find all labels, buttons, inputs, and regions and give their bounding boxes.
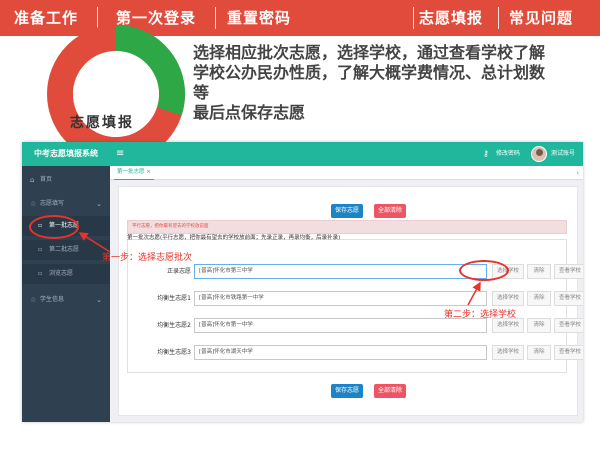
clear-button[interactable]: 清除: [527, 345, 551, 360]
sidebar-item-label: 浏览志愿: [49, 270, 74, 277]
headline-line: 等: [193, 83, 210, 102]
select-school-button[interactable]: 选择学校: [492, 318, 524, 333]
row-label: 均衡生志愿2: [157, 322, 191, 329]
user-name[interactable]: 测试账号: [551, 142, 575, 166]
sidebar-item-label: 学生信息: [40, 296, 65, 303]
app-title: 中考志愿填报系统: [34, 149, 98, 158]
clear-button[interactable]: 清除: [527, 264, 551, 279]
sidebar: ⌂ 首页 ☆ 志愿填写 ⌄ ▫ 第一批志愿 ▫ 第二批志愿 ▫ 浏览志愿 ☆ 学…: [22, 166, 110, 422]
select-school-button[interactable]: 选择学校: [492, 345, 524, 360]
nav-reset-password[interactable]: 重置密码: [227, 0, 291, 36]
headline: 选择相应批次志愿，选择学校，通过查看学校了解 学校公办民办性质，了解大概学费情况…: [193, 43, 593, 123]
annotation-step1: 第一步：选择志愿批次: [102, 253, 193, 263]
menu-toggle-icon[interactable]: ≡: [116, 142, 124, 166]
donut-label: 志愿填报: [70, 115, 134, 131]
app-window: 中考志愿填报系统 ≡ ⚷ 修改密码 测试账号 ⌂ 首页 ☆ 志愿填写 ⌄ ▫ 第…: [22, 142, 583, 422]
panel-description: 第一批次志愿(平行志愿，把你最有望去的学校放前面；先录正录，再录均衡，后录补录): [127, 235, 341, 241]
sidebar-item-browse[interactable]: ▫ 浏览志愿: [22, 264, 110, 284]
sidebar-group-volunteer[interactable]: ☆ 志愿填写 ⌄: [22, 194, 110, 214]
content-panel: 保存志愿 全部清除 平行志愿，把你最有望去的学校放前面 第一批次志愿(平行志愿，…: [118, 186, 583, 416]
school-input[interactable]: [普高]怀化市第三中学: [194, 264, 487, 279]
clear-all-button-bottom[interactable]: 全部清除: [374, 384, 406, 398]
save-button-top[interactable]: 保存志愿: [331, 204, 363, 218]
select-school-button[interactable]: 选择学校: [492, 291, 524, 306]
clear-all-button-top[interactable]: 全部清除: [374, 204, 406, 218]
nav-divider: [498, 7, 499, 29]
nav-fill-volunteer[interactable]: 志愿填报: [419, 0, 483, 36]
star-icon: ☆: [30, 296, 37, 304]
sidebar-item-home[interactable]: ⌂ 首页: [22, 170, 110, 190]
nav-divider: [413, 7, 414, 29]
file-icon: ▫: [38, 270, 43, 277]
chevron-right-icon[interactable]: ›: [576, 166, 579, 180]
clear-button[interactable]: 清除: [527, 318, 551, 333]
chevron-down-icon: ⌄: [96, 200, 102, 208]
nav-divider: [215, 7, 216, 29]
alert-message: 平行志愿，把你最有望去的学校放前面: [127, 220, 567, 234]
sidebar-item-label: 第二批志愿: [49, 246, 80, 253]
nav-faq[interactable]: 常见问题: [509, 0, 573, 36]
row-label: 正录志愿: [166, 268, 191, 275]
key-icon: ⚷: [483, 149, 489, 158]
highlight-ellipse-batch: [29, 215, 79, 239]
view-school-button[interactable]: 查看学校: [554, 291, 583, 306]
star-icon: ☆: [30, 200, 37, 208]
sidebar-item-label: 首页: [40, 176, 53, 183]
highlight-ellipse-select: [459, 260, 509, 281]
avatar[interactable]: [531, 146, 547, 162]
view-school-button[interactable]: 查看学校: [554, 345, 583, 360]
headline-line: 学校公办民办性质，了解大概学费情况、总计划数: [193, 63, 546, 82]
app-header: 中考志愿填报系统 ≡ ⚷ 修改密码 测试账号: [22, 142, 583, 166]
sidebar-item-student-info[interactable]: ☆ 学生信息 ⌄: [22, 290, 110, 310]
view-school-button[interactable]: 查看学校: [554, 318, 583, 333]
school-input[interactable]: [普高]怀化市铁路第一中学: [194, 291, 487, 306]
tab-first-batch[interactable]: 第一批志愿 ×: [114, 166, 154, 180]
sidebar-item-label: 志愿填写: [40, 200, 65, 207]
clear-button[interactable]: 清除: [527, 291, 551, 306]
school-input[interactable]: [普高]怀化市第一中学: [194, 318, 487, 333]
home-icon: ⌂: [30, 176, 35, 184]
chevron-down-icon: ⌄: [96, 296, 102, 304]
headline-line: 选择相应批次志愿，选择学校，通过查看学校了解: [193, 43, 546, 62]
sidebar-item-second-batch[interactable]: ▫ 第二批志愿: [22, 240, 110, 260]
headline-line: 最后点保存志愿: [193, 103, 306, 122]
file-icon: ▫: [38, 246, 43, 253]
row-label: 均衡生志愿1: [157, 295, 191, 302]
school-input[interactable]: [普高]怀化市湖天中学: [194, 345, 487, 360]
change-password-link[interactable]: 修改密码: [496, 142, 520, 166]
annotation-step2: 第二步：选择学校: [444, 310, 517, 320]
view-school-button[interactable]: 查看学校: [554, 264, 583, 279]
save-button-bottom[interactable]: 保存志愿: [331, 384, 363, 398]
row-label: 均衡生志愿3: [157, 349, 191, 356]
tab-bar: 第一批志愿 × ›: [110, 166, 583, 180]
